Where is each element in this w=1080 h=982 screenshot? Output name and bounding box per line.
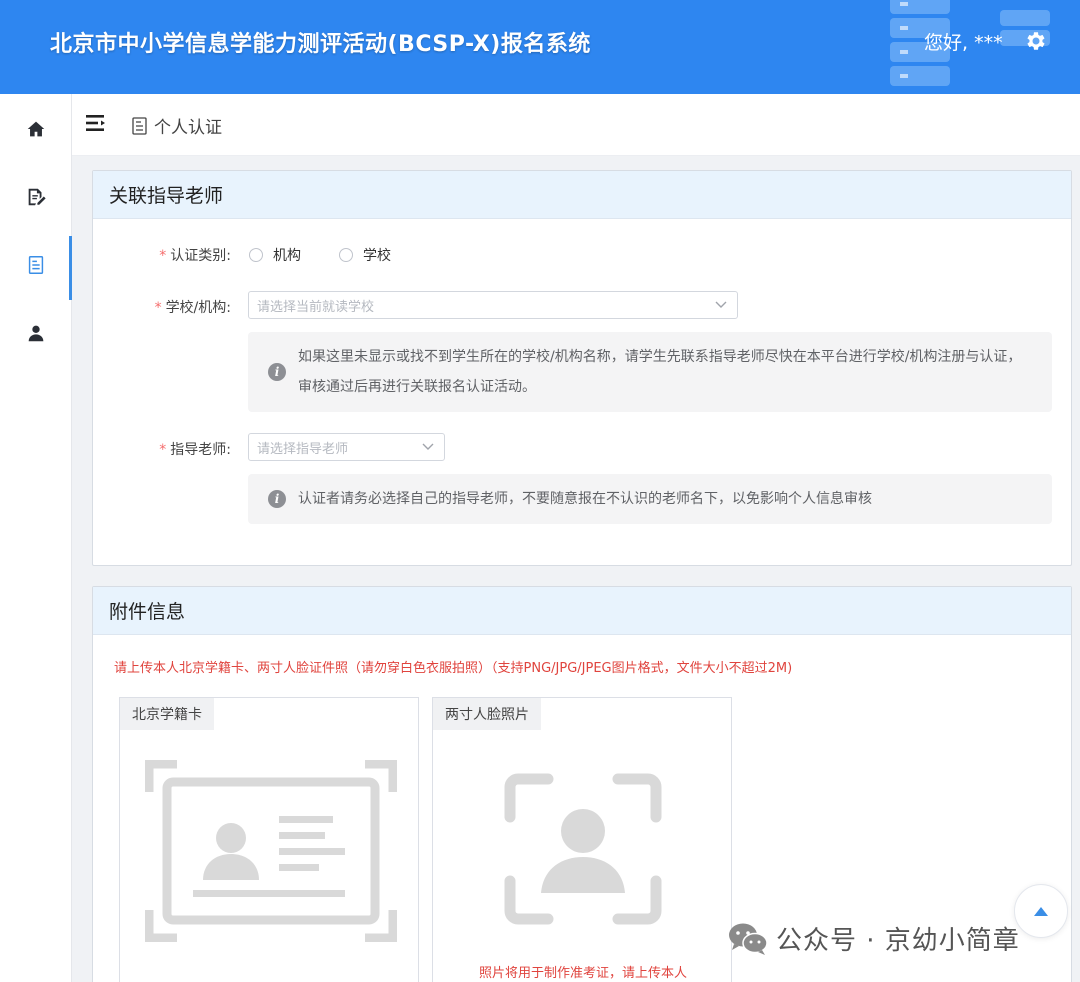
caret-up-icon bbox=[1034, 907, 1048, 916]
watermark-text: 公众号 · 京幼小简章 bbox=[776, 926, 1020, 956]
sidebar-item-sign-up[interactable] bbox=[0, 164, 72, 230]
teacher-label: * 指导老师: bbox=[159, 442, 231, 458]
gear-icon[interactable] bbox=[1024, 29, 1048, 53]
teacher-select[interactable]: 请选择指导老师 bbox=[248, 433, 445, 461]
teacher-panel: 关联指导老师 * 认证类别: 机构 学校 * 学校/机构: 请选择当前就读学校 i … bbox=[92, 170, 1072, 566]
panel-title: 关联指导老师 bbox=[93, 171, 1071, 219]
document-icon bbox=[132, 116, 147, 135]
breadcrumb-label: 个人认证 bbox=[154, 118, 222, 138]
chevron-down-icon bbox=[715, 301, 727, 308]
document-icon bbox=[28, 256, 44, 274]
edit-document-icon bbox=[28, 188, 46, 206]
wechat-icon bbox=[729, 923, 768, 955]
card-tag: 北京学籍卡 bbox=[120, 698, 214, 730]
info-icon: i bbox=[268, 490, 286, 508]
school-select[interactable]: 请选择当前就读学校 bbox=[248, 291, 738, 319]
school-label: * 学校/机构: bbox=[154, 300, 231, 316]
user-greeting: 您好, *** bbox=[924, 32, 1003, 54]
sidebar-item-profile[interactable] bbox=[0, 300, 72, 366]
radio-school[interactable]: 学校 bbox=[339, 245, 391, 265]
menu-fold-icon[interactable] bbox=[86, 114, 106, 132]
cert-type-radio-group: 机构 学校 bbox=[249, 245, 429, 265]
app-title: 北京市中小学信息学能力测评活动(BCSP-X)报名系统 bbox=[50, 32, 591, 57]
breadcrumb: 个人认证 bbox=[72, 94, 1080, 156]
sidebar bbox=[0, 94, 72, 982]
app-header: 北京市中小学信息学能力测评活动(BCSP-X)报名系统 您好, *** bbox=[0, 0, 1080, 94]
cert-type-label: * 认证类别: bbox=[159, 248, 231, 264]
home-icon bbox=[27, 121, 45, 137]
school-tip: i 如果这里未显示或找不到学生所在的学校/机构名称，请学生先联系指导老师尽快在本… bbox=[248, 332, 1052, 412]
breadcrumb-current: 个人认证 bbox=[132, 113, 222, 138]
user-icon bbox=[28, 325, 44, 342]
wechat-watermark: 公众号 · 京幼小简章 bbox=[728, 920, 1020, 957]
card-hint: 照片将用于制作准考证，请上传本人 bbox=[478, 966, 687, 981]
sidebar-item-home[interactable] bbox=[0, 96, 72, 162]
sidebar-item-certification[interactable] bbox=[0, 232, 72, 300]
radio-org[interactable]: 机构 bbox=[249, 245, 301, 265]
card-tag: 两寸人脸照片 bbox=[433, 698, 541, 730]
back-to-top-button[interactable] bbox=[1014, 884, 1068, 938]
chevron-down-icon bbox=[422, 443, 434, 450]
panel-title: 附件信息 bbox=[93, 587, 1071, 635]
id-card-icon bbox=[145, 760, 397, 942]
upload-notice: 请上传本人北京学籍卡、两寸人脸证件照（请勿穿白色衣服拍照）（支持PNG/JPG/… bbox=[114, 661, 793, 676]
upload-card-student-card[interactable]: 北京学籍卡 bbox=[119, 697, 419, 982]
teacher-tip: i 认证者请务必选择自己的指导老师，不要随意报在不认识的老师名下，以免影响个人信… bbox=[248, 474, 1052, 524]
info-icon: i bbox=[268, 363, 286, 381]
upload-card-face-photo[interactable]: 两寸人脸照片 照片将用于制作准考证，请上传本人 bbox=[432, 697, 732, 982]
face-scan-icon bbox=[504, 773, 662, 925]
